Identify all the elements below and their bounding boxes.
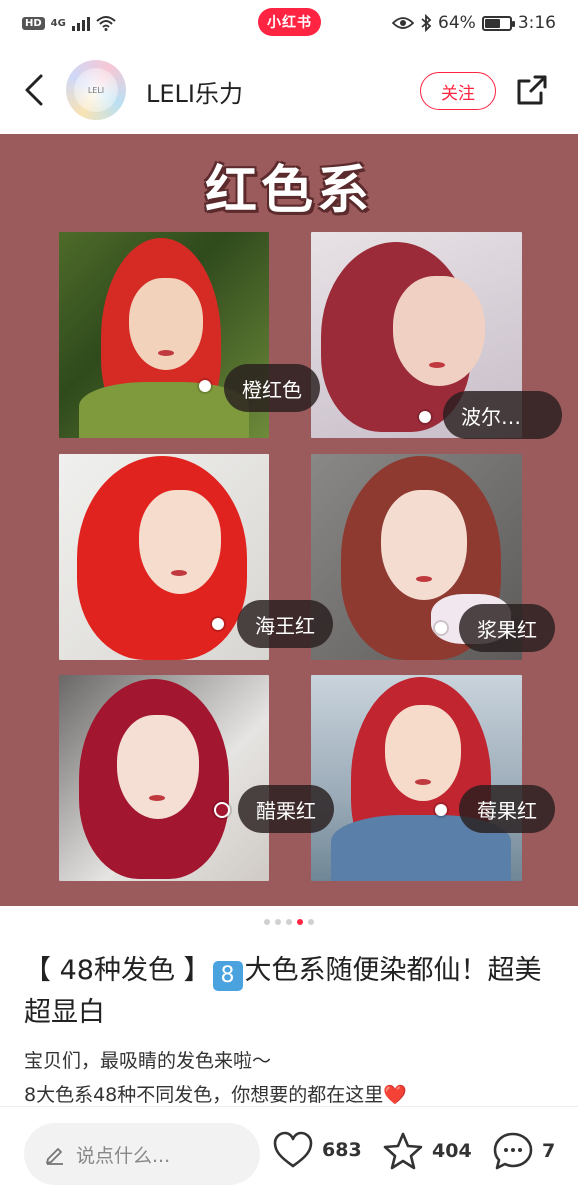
wifi-icon (96, 16, 116, 31)
lips-shape (149, 795, 165, 801)
lips-shape (415, 779, 431, 785)
pager-dot[interactable] (297, 919, 303, 925)
note-header: LELI LELI乐力 关注 (0, 46, 578, 134)
like-button[interactable]: 683 (272, 1131, 362, 1169)
like-count: 683 (322, 1139, 362, 1161)
face-shape (129, 278, 203, 370)
heart-icon (273, 1131, 313, 1168)
tag-dot (212, 618, 224, 630)
note-title: 【 48种发色 】 8 大色系随便染都仙！超美超显白 (24, 950, 554, 1034)
note-body: 宝贝们，最吸睛的发色来啦～ 8大色系48种不同发色，你想要的都在这里❤️ (24, 1044, 554, 1112)
clock: 3:16 (517, 13, 556, 33)
lips-shape (429, 362, 445, 368)
note-body-line-1: 宝贝们，最吸睛的发色来啦～ (24, 1050, 272, 1072)
face-shape (117, 715, 199, 819)
image-carousel[interactable]: 红色系 橙红色 波尔… 海王红 浆果红 醋栗红 莓果红 (0, 134, 578, 906)
tag-dot (435, 622, 447, 634)
battery-fill (484, 18, 501, 28)
bluetooth-icon (421, 14, 432, 32)
pager-dot[interactable] (286, 919, 292, 925)
pager-dot[interactable] (275, 919, 281, 925)
hair-color-tag-5[interactable]: 醋栗红 (238, 785, 334, 833)
note-title-prefix: 【 48种发色 】 (24, 955, 211, 986)
hair-color-tag-6[interactable]: 莓果红 (459, 785, 555, 833)
red-heart-emoji: ❤️ (383, 1084, 407, 1106)
back-arrow-icon (25, 74, 43, 106)
pager-dot[interactable] (264, 919, 270, 925)
status-bar: HD 4G 小红书 64% 3:16 (0, 0, 578, 46)
status-right: 64% 3:16 (392, 13, 556, 33)
hd-badge: HD (22, 16, 45, 30)
face-shape (139, 490, 221, 594)
comment-count: 7 (542, 1140, 556, 1162)
keycap-eight-emoji: 8 (212, 961, 243, 991)
comment-placeholder: 说点什么... (76, 1144, 171, 1167)
collect-button[interactable]: 404 (382, 1131, 472, 1171)
pager-dot[interactable] (308, 919, 314, 925)
battery-icon (481, 15, 515, 31)
tag-dot (199, 380, 211, 392)
face-shape (393, 276, 485, 386)
author-avatar[interactable]: LELI (66, 60, 126, 120)
tag-dot-hollow (214, 802, 230, 818)
lips-shape (158, 350, 174, 356)
lips-shape (171, 570, 187, 576)
comment-button[interactable]: 7 (492, 1131, 555, 1171)
share-button[interactable] (512, 70, 552, 110)
tag-dot (419, 411, 431, 423)
tag-dot (435, 804, 447, 816)
share-icon (517, 75, 547, 105)
slide-title: 红色系 (204, 161, 373, 221)
battery-percent: 64% (438, 13, 476, 33)
comment-input[interactable]: 说点什么... (24, 1123, 260, 1185)
carousel-pager[interactable] (0, 919, 578, 925)
status-left: HD 4G (22, 15, 116, 31)
face-shape (381, 490, 467, 600)
bottom-action-bar: 说点什么... 683 404 7 (0, 1106, 578, 1200)
hair-color-tag-1[interactable]: 橙红色 (224, 364, 320, 412)
eye-icon (392, 17, 415, 29)
follow-button[interactable]: 关注 (420, 72, 496, 110)
hair-color-tag-2[interactable]: 波尔… (443, 391, 562, 439)
lips-shape (416, 576, 432, 582)
author-name[interactable]: LELI乐力 (146, 74, 243, 109)
back-button[interactable] (16, 70, 52, 110)
note-body-line-2: 8大色系48种不同发色，你想要的都在这里 (24, 1084, 384, 1106)
app-indicator-pill[interactable]: 小红书 (258, 8, 321, 36)
hair-color-tag-4[interactable]: 浆果红 (459, 604, 555, 652)
signal-icon (71, 15, 90, 31)
network-type: 4G (50, 17, 66, 29)
avatar-logo: LELI (74, 68, 118, 112)
face-shape (385, 705, 461, 801)
hair-photo-5[interactable] (59, 675, 269, 881)
collect-count: 404 (432, 1140, 472, 1162)
hair-photo-6[interactable] (311, 675, 522, 881)
pencil-icon (46, 1148, 63, 1165)
comment-bubble-icon (493, 1132, 533, 1170)
star-icon (383, 1132, 423, 1170)
hair-color-tag-3[interactable]: 海王红 (237, 600, 333, 648)
